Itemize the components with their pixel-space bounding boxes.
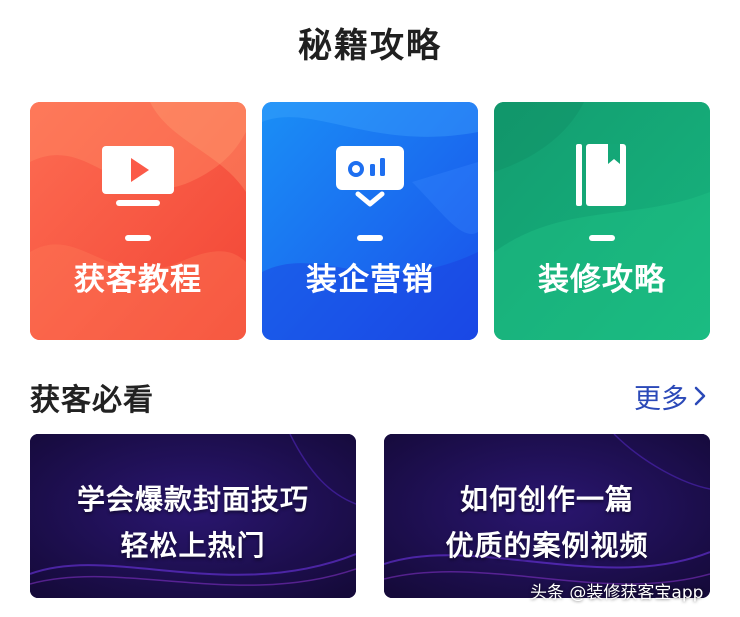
more-link-label: 更多 <box>634 383 688 415</box>
tip-card-renovation-guide[interactable]: 装修攻略 <box>494 102 710 340</box>
video-title-line-2: 轻松上热门 <box>120 529 266 562</box>
divider-dash <box>357 235 383 241</box>
book-bookmark-icon <box>576 144 626 206</box>
divider-dash <box>589 235 615 241</box>
video-card-cover-tips[interactable]: 学会爆款封面技巧 轻松上热门 <box>30 434 356 598</box>
presentation-chart-icon <box>336 146 404 207</box>
tip-card-label: 装修攻略 <box>538 262 666 298</box>
page-title: 秘籍攻略 <box>298 26 442 66</box>
watermark: 头条 @装修获客宝app <box>530 583 704 603</box>
divider-dash <box>125 235 151 241</box>
section-title: 获客必看 <box>30 383 154 418</box>
card-background <box>494 102 710 340</box>
card-background <box>262 102 478 340</box>
tip-card-label: 装企营销 <box>306 262 434 298</box>
chevron-right-icon <box>694 386 706 406</box>
tips-grid: 获客教程 装企营销 装修攻略 <box>30 102 710 340</box>
tip-card-customer-tutorial[interactable]: 获客教程 <box>30 102 246 340</box>
video-title-line-1: 如何创作一篇 <box>459 483 634 516</box>
card-background <box>30 102 246 340</box>
tip-card-company-marketing[interactable]: 装企营销 <box>262 102 478 340</box>
more-link[interactable]: 更多 <box>634 379 708 415</box>
video-title-line-2: 优质的案例视频 <box>445 529 649 562</box>
tip-card-label: 获客教程 <box>74 262 202 298</box>
video-card-case-video[interactable]: 如何创作一篇 优质的案例视频 <box>384 434 710 598</box>
video-title-line-1: 学会爆款封面技巧 <box>76 483 309 516</box>
monitor-play-icon <box>102 146 174 206</box>
